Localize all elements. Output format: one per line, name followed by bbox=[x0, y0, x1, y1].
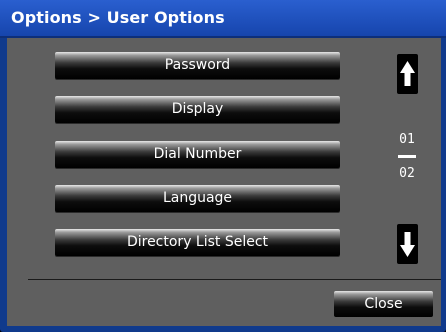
footer-divider bbox=[28, 279, 441, 280]
password-button[interactable]: Password bbox=[55, 52, 340, 79]
scroll-down-button[interactable] bbox=[397, 224, 418, 264]
close-button[interactable]: Close bbox=[334, 291, 433, 317]
title-bar: Options > User Options bbox=[0, 0, 446, 38]
page-separator bbox=[398, 155, 416, 158]
arrow-up-icon bbox=[400, 61, 415, 86]
directory-list-select-button[interactable]: Directory List Select bbox=[55, 229, 340, 256]
display-button[interactable]: Display bbox=[55, 96, 340, 123]
scroll-up-button[interactable] bbox=[397, 54, 418, 94]
current-page: 01 bbox=[399, 132, 415, 147]
window-title: Options > User Options bbox=[11, 8, 225, 27]
options-panel: Password Display Dial Number Language Di… bbox=[7, 38, 441, 326]
language-button[interactable]: Language bbox=[55, 185, 340, 212]
arrow-down-icon bbox=[400, 232, 415, 257]
total-pages: 02 bbox=[399, 166, 415, 181]
dial-number-button[interactable]: Dial Number bbox=[55, 141, 340, 168]
options-dialog: Options > User Options Password Display … bbox=[0, 0, 446, 332]
